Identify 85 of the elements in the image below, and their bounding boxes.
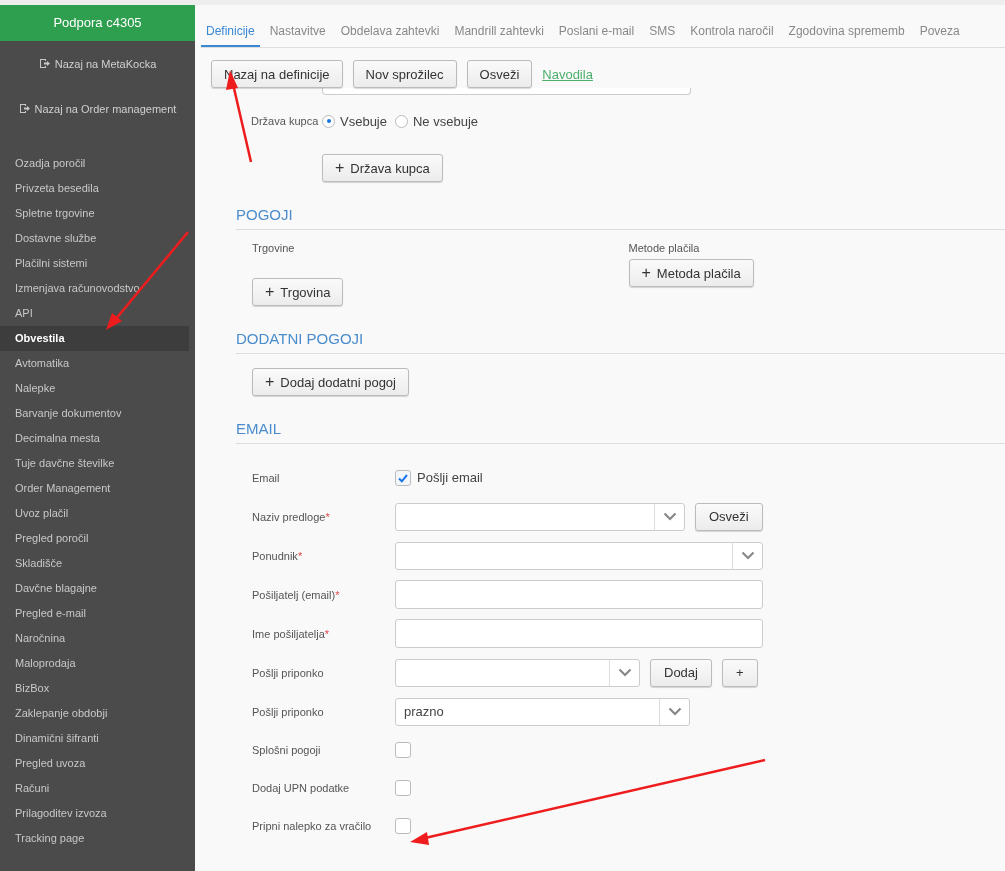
select-field[interactable] (395, 541, 763, 570)
sidebar-item[interactable]: Uvoz plačil (0, 501, 195, 526)
sidebar-item[interactable]: Prilagoditev izvoza (0, 801, 195, 826)
chevron-down-icon (617, 668, 632, 677)
input-field[interactable] (395, 580, 763, 609)
tab[interactable]: SMS (644, 24, 681, 47)
checkbox[interactable] (395, 818, 411, 834)
field-label: Trgovine (252, 242, 295, 254)
tab[interactable]: Nastavitve (264, 24, 331, 47)
sidebar-item[interactable]: Računi (0, 776, 195, 801)
tab[interactable]: Mandrill zahtevki (449, 24, 549, 47)
field-label: Naziv predloge* (252, 510, 331, 523)
field-label: Država kupca (251, 115, 320, 127)
add-button[interactable]: + Trgovina (252, 278, 344, 306)
sidebar-item[interactable]: Decimalna mesta (0, 426, 195, 451)
tab[interactable]: Obdelava zahtevki (335, 24, 445, 47)
add-button[interactable]: + Dodaj dodatni pogoj (252, 368, 409, 396)
select-field[interactable] (395, 658, 640, 687)
input-field[interactable] (322, 88, 691, 95)
sidebar-item[interactable]: Naročnina (0, 626, 195, 651)
sidebar-item[interactable]: Davčne blagajne (0, 576, 195, 601)
back-link[interactable]: Nazaj na MetaKocka (0, 41, 195, 86)
sidebar-item[interactable]: Maloprodaja (0, 651, 195, 676)
radio-option[interactable]: Vsebuje (322, 113, 387, 129)
sidebar-item[interactable]: Order Management (0, 476, 195, 501)
sidebar-item[interactable]: Plačilni sistemi (0, 251, 195, 276)
field-label: Metode plačila (628, 242, 700, 254)
sidebar-item[interactable]: Dostavne službe (0, 226, 195, 251)
sidebar-item[interactable]: Pregled poročil (0, 526, 195, 551)
form-button[interactable]: Osveži (695, 502, 763, 531)
chevron-down-icon (740, 551, 755, 560)
section-heading: DODATNI POGOJI (236, 330, 1005, 354)
sidebar-item[interactable]: Zaklepanje obdobji (0, 701, 195, 726)
exit-icon (18, 103, 31, 114)
sidebar-item[interactable]: Barvanje dokumentov (0, 401, 195, 426)
add-button[interactable]: + Metoda plačila (628, 259, 754, 287)
sidebar-item[interactable]: Izmenjava računovodstvo (0, 276, 195, 301)
field-label: Pošlji priponko (252, 705, 325, 718)
sidebar-item[interactable]: Pregled e-mail (0, 601, 195, 626)
tab[interactable]: Poveza (914, 24, 965, 47)
sidebar-item[interactable]: Pregled uvoza (0, 751, 195, 776)
checkbox-label: Pošlji email (417, 470, 483, 485)
tab[interactable]: Kontrola naročil (685, 24, 779, 47)
toolbar-button[interactable]: Nov sprožilec (352, 60, 457, 88)
sidebar-item[interactable]: API (0, 301, 195, 326)
add-button[interactable]: + Država kupca (322, 154, 443, 182)
sidebar-item[interactable]: Spletne trgovine (0, 201, 195, 226)
sidebar-item[interactable]: Obvestila (0, 326, 189, 351)
sidebar-item[interactable]: Avtomatika (0, 351, 195, 376)
toolbar-button[interactable]: Osveži (466, 60, 533, 88)
tab[interactable]: Zgodovina sprememb (783, 24, 910, 47)
field-label: Dodaj UPN podatke (252, 782, 351, 794)
sidebar-title: Podpora c4305 (0, 5, 195, 41)
field-label: Pošiljatelj (email)* (252, 588, 341, 601)
tab[interactable]: Poslani e-mail (553, 24, 640, 47)
checkbox[interactable] (395, 469, 411, 486)
input-field[interactable] (395, 619, 763, 648)
sidebar-item[interactable]: Tuje davčne številke (0, 451, 195, 476)
select-field[interactable]: prazno (395, 697, 690, 726)
field-label: Ponudnik* (252, 549, 304, 562)
exit-icon (38, 58, 51, 69)
sidebar-item[interactable]: BizBox (0, 676, 195, 701)
form-button[interactable]: Dodaj (650, 658, 712, 687)
tab[interactable]: Definicije (201, 24, 260, 47)
radio-option[interactable]: Ne vsebuje (395, 113, 479, 129)
field-label: Splošni pogoji (252, 744, 322, 756)
sidebar-item[interactable]: Nalepke (0, 376, 195, 401)
checkbox[interactable] (395, 780, 411, 796)
form-button[interactable]: + (721, 658, 758, 687)
back-link[interactable]: Nazaj na Order management (0, 86, 195, 131)
sidebar-item[interactable]: Privzeta besedila (0, 176, 195, 201)
section-heading: POGOJI (236, 206, 1005, 230)
sidebar-item[interactable]: Dinamični šifranti (0, 726, 195, 751)
field-label: Ime pošiljatelja* (252, 627, 331, 640)
sidebar-item[interactable]: Skladišče (0, 551, 195, 576)
field-label: Email (252, 471, 281, 484)
sidebar-item[interactable]: Tracking page (0, 826, 195, 851)
checkbox[interactable] (395, 742, 411, 758)
field-label: Pripni nalepko za vračilo (252, 820, 373, 832)
section-heading: EMAIL (236, 420, 1005, 444)
field-label: Pošlji priponko (252, 666, 325, 679)
select-field[interactable] (395, 502, 685, 531)
chevron-down-icon (662, 512, 677, 521)
chevron-down-icon (667, 707, 682, 716)
sidebar-item[interactable]: Ozadja poročil (0, 151, 195, 176)
